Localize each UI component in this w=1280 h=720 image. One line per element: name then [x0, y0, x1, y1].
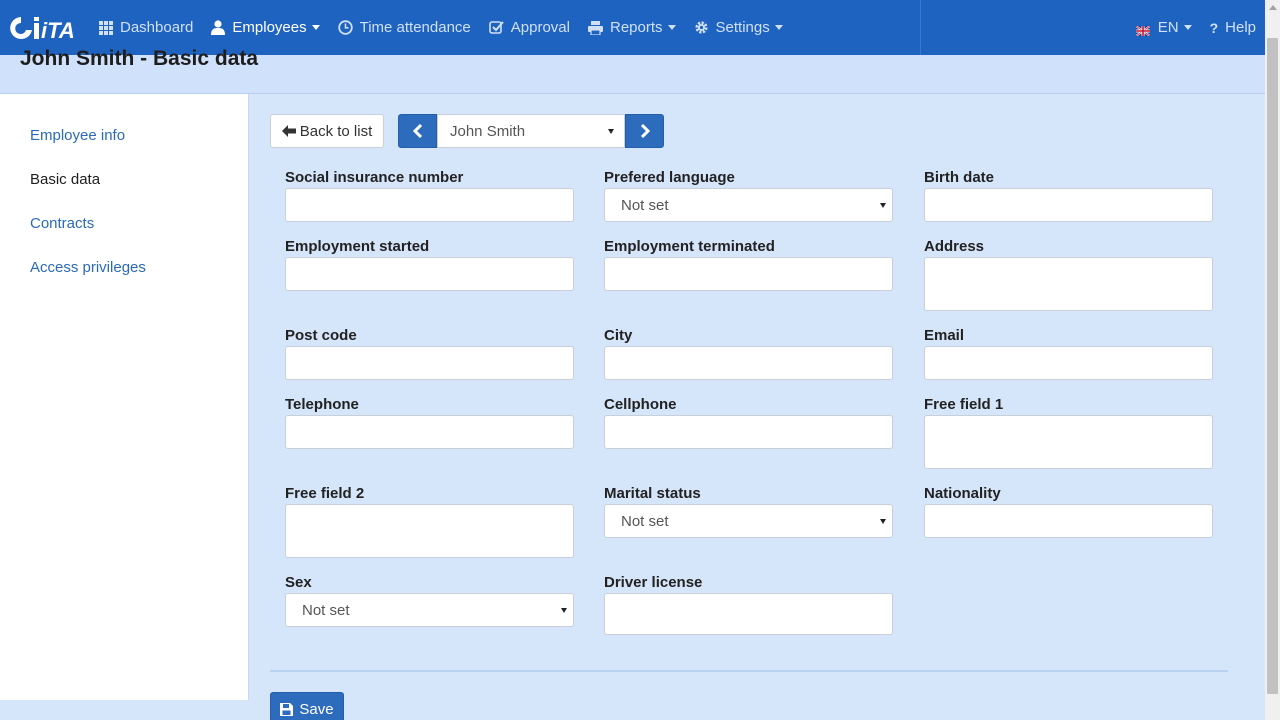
- dropdown-arrow-icon: [880, 203, 886, 208]
- scroll-up-arrow-icon[interactable]: [1269, 5, 1277, 10]
- employment-terminated-input[interactable]: [604, 257, 893, 291]
- telephone-input[interactable]: [285, 415, 574, 449]
- sidebar-item-contracts[interactable]: Contracts: [30, 215, 94, 232]
- sex-select[interactable]: Not set: [285, 593, 574, 627]
- sidebar-item-access-privileges[interactable]: Access privileges: [30, 259, 146, 276]
- previous-employee-button[interactable]: [398, 114, 437, 148]
- address-label: Address: [924, 238, 985, 255]
- nav-approval-label: Approval: [510, 19, 570, 36]
- user-icon: [211, 20, 226, 35]
- free-field-2-label: Free field 2: [285, 485, 365, 502]
- back-to-list-label: Back to list: [299, 122, 373, 140]
- nav-approval[interactable]: Approval: [480, 0, 579, 55]
- marital-status-select[interactable]: Not set: [604, 504, 893, 538]
- nav-employees-label: Employees: [232, 19, 307, 36]
- chevron-down-icon: [311, 25, 320, 30]
- telephone-label: Telephone: [285, 396, 359, 413]
- sex-label: Sex: [285, 574, 312, 591]
- prefered-language-label: Prefered language: [604, 169, 735, 186]
- free-field-1-textarea[interactable]: [924, 415, 1213, 469]
- clock-icon: [337, 20, 353, 35]
- nav-reports-label: Reports: [609, 19, 663, 36]
- employee-select-value: John Smith: [450, 123, 526, 140]
- prefered-language-value: Not set: [621, 197, 669, 214]
- language-selector[interactable]: EN: [1127, 0, 1201, 55]
- uk-flag-icon: [1135, 23, 1151, 37]
- nav-help[interactable]: ? Help: [1201, 0, 1256, 55]
- print-icon: [587, 20, 603, 35]
- employee-select[interactable]: John Smith: [437, 114, 625, 148]
- nav-time-attendance[interactable]: Time attendance: [329, 0, 480, 55]
- social-insurance-number-input[interactable]: [285, 188, 574, 222]
- grid-icon: [99, 20, 113, 35]
- employment-terminated-label: Employment terminated: [604, 238, 775, 255]
- app-logo[interactable]: iTA: [8, 8, 86, 48]
- language-label: EN: [1157, 19, 1179, 36]
- gear-icon: [694, 20, 709, 35]
- sidebar-item-basic-data[interactable]: Basic data: [30, 171, 100, 188]
- birth-date-input[interactable]: [924, 188, 1213, 222]
- marital-status-label: Marital status: [604, 485, 701, 502]
- nationality-input[interactable]: [924, 504, 1213, 538]
- city-label: City: [604, 327, 633, 344]
- sex-value: Not set: [302, 602, 350, 619]
- driver-license-textarea[interactable]: [604, 593, 893, 635]
- chevron-right-icon: [640, 124, 650, 138]
- birth-date-label: Birth date: [924, 169, 995, 186]
- free-field-2-textarea[interactable]: [285, 504, 574, 558]
- cellphone-label: Cellphone: [604, 396, 677, 413]
- driver-license-label: Driver license: [604, 574, 703, 591]
- arrow-left-icon: [281, 125, 296, 137]
- marital-status-value: Not set: [621, 513, 669, 530]
- nav-time-attendance-label: Time attendance: [359, 19, 471, 36]
- chevron-left-icon: [412, 124, 422, 138]
- page-scrollbar[interactable]: [1265, 0, 1280, 720]
- nav-divider: [920, 0, 921, 55]
- nav-dashboard-label: Dashboard: [120, 19, 194, 36]
- free-field-1-label: Free field 1: [924, 396, 1004, 413]
- email-label: Email: [924, 327, 965, 344]
- dropdown-arrow-icon: [880, 519, 886, 524]
- next-employee-button[interactable]: [625, 114, 664, 148]
- chevron-down-icon: [1183, 25, 1192, 30]
- cellphone-input[interactable]: [604, 415, 893, 449]
- sidebar: Employee info Basic data Contracts Acces…: [0, 94, 249, 700]
- save-button[interactable]: Save: [270, 692, 344, 720]
- form-divider: [270, 670, 1228, 672]
- email-input[interactable]: [924, 346, 1213, 380]
- sidebar-item-employee-info[interactable]: Employee info: [30, 127, 125, 144]
- question-icon: ?: [1209, 19, 1219, 36]
- city-input[interactable]: [604, 346, 893, 380]
- post-code-input[interactable]: [285, 346, 574, 380]
- dropdown-arrow-icon: [608, 129, 614, 134]
- nav-help-label: Help: [1225, 19, 1256, 36]
- svg-text:iTA: iTA: [41, 18, 74, 41]
- employment-started-label: Employment started: [285, 238, 430, 255]
- save-label: Save: [299, 700, 334, 718]
- scrollbar-thumb[interactable]: [1267, 38, 1278, 694]
- chevron-down-icon: [774, 25, 783, 30]
- nav-settings-label: Settings: [715, 19, 770, 36]
- page-title: John Smith - Basic data: [20, 47, 259, 70]
- nationality-label: Nationality: [924, 485, 1001, 502]
- employment-started-input[interactable]: [285, 257, 574, 291]
- social-insurance-number-label: Social insurance number: [285, 169, 464, 186]
- nav-reports[interactable]: Reports: [579, 0, 685, 55]
- post-code-label: Post code: [285, 327, 357, 344]
- back-to-list-button[interactable]: Back to list: [270, 114, 384, 148]
- chevron-down-icon: [667, 25, 676, 30]
- address-textarea[interactable]: [924, 257, 1213, 311]
- logo-icon: iTA: [10, 16, 74, 41]
- prefered-language-select[interactable]: Not set: [604, 188, 893, 222]
- check-square-icon: [488, 20, 504, 35]
- dropdown-arrow-icon: [561, 608, 567, 613]
- floppy-disk-icon: [280, 702, 294, 716]
- nav-settings[interactable]: Settings: [685, 0, 792, 55]
